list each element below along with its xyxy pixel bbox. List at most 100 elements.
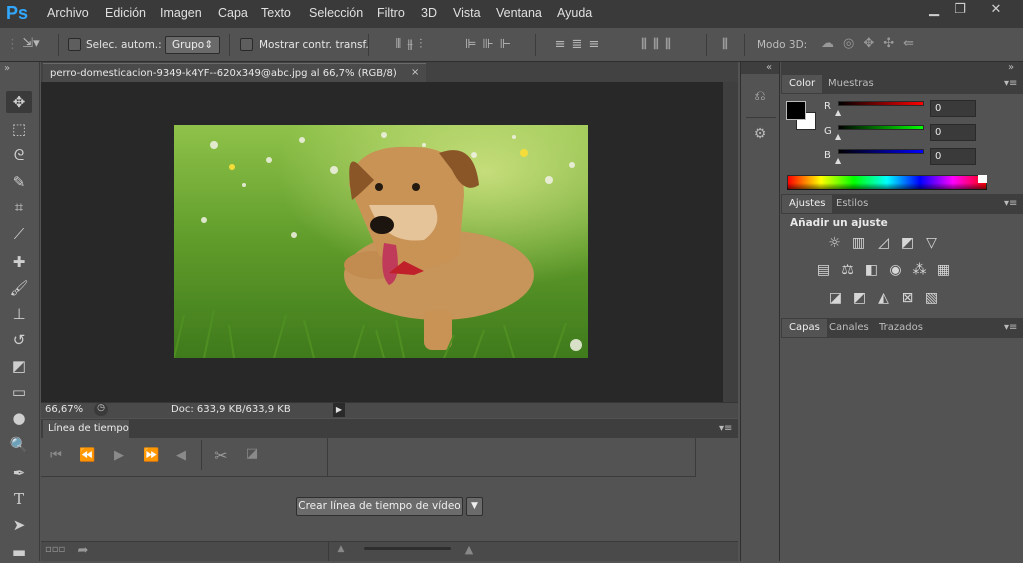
scissors-icon[interactable]: ✂	[211, 446, 231, 465]
restore-icon[interactable]: ❐	[948, 0, 972, 20]
vertical-scrollbar[interactable]	[723, 82, 738, 402]
panel-menu-icon[interactable]: ▾≡	[1004, 322, 1017, 333]
gradient-icon[interactable]: ▭	[6, 381, 32, 403]
photo-filter-icon[interactable]: ◉	[887, 262, 904, 279]
tab-ajustes[interactable]: Ajustes	[782, 195, 833, 213]
slider-handle-icon[interactable]: ▲	[835, 156, 841, 165]
posterize-icon[interactable]: ◩	[851, 290, 868, 307]
vibrance-icon[interactable]: ▽	[923, 235, 940, 252]
levels-icon[interactable]: ▥	[850, 235, 867, 252]
first-frame-icon[interactable]: ⏮	[48, 448, 64, 463]
auto-select-checkbox[interactable]	[68, 38, 81, 51]
menu-ventana[interactable]: Ventana	[496, 6, 542, 20]
selective-color-icon[interactable]: ⊠	[899, 290, 916, 307]
move-icon[interactable]: ✥	[6, 91, 32, 113]
color-balance-icon[interactable]: ⚖	[839, 262, 856, 279]
tab-muestras[interactable]: Muestras	[821, 75, 881, 93]
exposure-icon[interactable]: ◩	[899, 235, 916, 252]
zoom-out-mountain-icon[interactable]: ▲	[334, 544, 348, 554]
transition-icon[interactable]: ◪	[244, 446, 260, 461]
tab-trazados[interactable]: Trazados	[872, 319, 930, 337]
red-slider[interactable]	[838, 101, 924, 106]
slider-handle-icon[interactable]: ▲	[835, 108, 841, 117]
collapse-arrows-icon[interactable]: «	[766, 62, 772, 73]
prev-frame-icon[interactable]: ⏪	[79, 448, 95, 463]
distribute-vertical-icons[interactable]: ≡≣≡	[545, 37, 615, 52]
menu-3d[interactable]: 3D	[421, 6, 437, 20]
dodge-icon[interactable]: 🔍	[6, 434, 32, 456]
zoom-slider[interactable]	[364, 547, 451, 550]
tab-canales[interactable]: Canales	[822, 319, 876, 337]
timeline-tab[interactable]: Línea de tiempo	[43, 420, 129, 438]
tab-color[interactable]: Color	[782, 75, 823, 93]
history-panel-icon[interactable]: ⎌	[748, 87, 772, 109]
menu-vista[interactable]: Vista	[453, 6, 481, 20]
panel-menu-icon[interactable]: ▾≡	[719, 423, 732, 434]
foreground-color-swatch[interactable]	[786, 101, 806, 120]
distribute-horizontal-icons[interactable]: ⫼⫼⫼	[624, 37, 694, 52]
invert-icon[interactable]: ◪	[827, 290, 844, 307]
quick-select-icon[interactable]: ✎	[6, 171, 32, 193]
frame-animation-icon[interactable]: ▫▫▫	[45, 544, 65, 555]
tab-estilos[interactable]: Estilos	[829, 195, 875, 213]
menu-seleccion[interactable]: Selección	[309, 6, 363, 20]
status-clock-icon[interactable]: ◷	[94, 403, 108, 416]
menu-texto[interactable]: Texto	[261, 6, 291, 20]
panel-menu-icon[interactable]: ▾≡	[1004, 78, 1017, 89]
close-icon[interactable]: ✕	[974, 0, 1018, 20]
white-swatch[interactable]	[978, 175, 987, 183]
3d-mode-icons[interactable]: ☁◎✥✣⇚	[812, 36, 932, 51]
eyedropper-icon[interactable]: ⟋	[6, 223, 32, 245]
brush-icon[interactable]: 🖌	[6, 277, 32, 299]
green-value-field[interactable]: 0	[930, 124, 976, 141]
healing-icon[interactable]: ✚	[6, 251, 32, 273]
eraser-icon[interactable]: ◩	[6, 355, 32, 377]
channel-mixer-icon[interactable]: ⁂	[911, 262, 928, 279]
pen-icon[interactable]: ✒	[6, 462, 32, 484]
timeline-mode-dropdown[interactable]: ▼	[466, 497, 483, 516]
minimize-icon[interactable]: ▁	[922, 0, 946, 20]
tab-capas[interactable]: Capas	[782, 319, 827, 337]
history-brush-icon[interactable]: ↺	[6, 329, 32, 351]
audio-icon[interactable]: ◀	[173, 448, 189, 463]
marquee-icon[interactable]: ⬚	[6, 118, 32, 140]
panel-menu-icon[interactable]: ▾≡	[1004, 198, 1017, 209]
gradient-map-icon[interactable]: ▧	[923, 290, 940, 307]
stamp-icon[interactable]: ⊥	[6, 303, 32, 325]
menu-archivo[interactable]: Archivo	[47, 6, 89, 20]
auto-align-icon[interactable]: ⫼	[715, 37, 735, 52]
document-tab[interactable]: perro-domesticacion-9349-k4YF--620x349@a…	[43, 63, 426, 82]
type-icon[interactable]: T	[6, 488, 32, 510]
lasso-icon[interactable]: ᘓ	[6, 144, 32, 166]
menu-filtro[interactable]: Filtro	[377, 6, 405, 20]
close-tab-icon[interactable]: ×	[411, 67, 419, 78]
menu-edicion[interactable]: Edición	[105, 6, 146, 20]
blue-slider[interactable]	[838, 149, 924, 154]
zoom-level[interactable]: 66,67%	[45, 404, 83, 415]
brightness-icon[interactable]: ☼	[826, 235, 843, 252]
curves-icon[interactable]: ◿	[875, 235, 892, 252]
move-tool-preset-icon[interactable]: ⇲▾	[20, 36, 42, 51]
crop-icon[interactable]: ⌗	[6, 196, 32, 218]
collapse-arrows-icon[interactable]: »	[4, 63, 10, 74]
menu-capa[interactable]: Capa	[218, 6, 248, 20]
zoom-in-mountain-icon[interactable]: ▲	[460, 543, 478, 556]
show-transform-checkbox[interactable]	[240, 38, 253, 51]
threshold-icon[interactable]: ◭	[875, 290, 892, 307]
status-menu-arrow-icon[interactable]: ▶	[333, 403, 345, 417]
collapse-arrows-icon[interactable]: »	[1008, 62, 1014, 73]
blur-icon[interactable]: ●	[6, 407, 32, 429]
blue-value-field[interactable]: 0	[930, 148, 976, 165]
play-icon[interactable]: ▶	[111, 448, 127, 463]
slider-handle-icon[interactable]: ▲	[835, 132, 841, 141]
align-vertical-icons[interactable]: ⫴⫵⫶	[377, 37, 447, 52]
properties-panel-icon[interactable]: ⚙	[748, 126, 772, 148]
align-horizontal-icons[interactable]: ⊫⊪⊩	[456, 37, 526, 52]
rectangle-icon[interactable]: ▬	[6, 541, 32, 563]
black-white-icon[interactable]: ◧	[863, 262, 880, 279]
hue-saturation-icon[interactable]: ▤	[815, 262, 832, 279]
menu-ayuda[interactable]: Ayuda	[557, 6, 592, 20]
next-frame-icon[interactable]: ⏩	[143, 448, 159, 463]
convert-arrow-icon[interactable]: ➦	[75, 543, 91, 558]
menu-imagen[interactable]: Imagen	[160, 6, 202, 20]
